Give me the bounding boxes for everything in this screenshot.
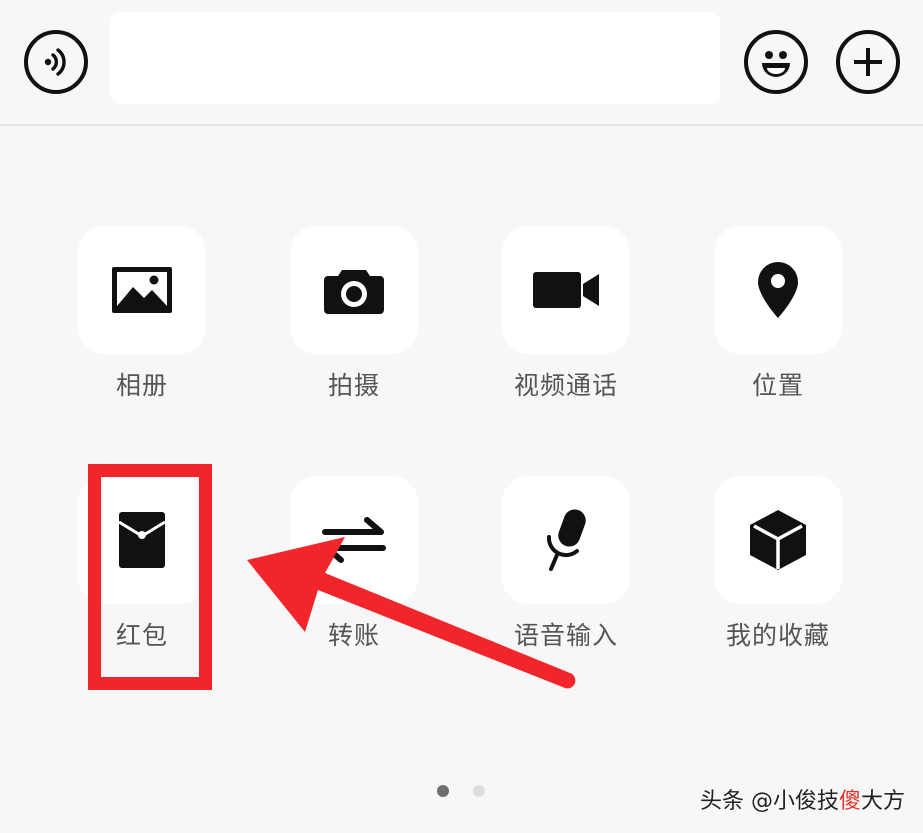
page-indicator [437, 785, 485, 797]
panel-item-label: 拍摄 [327, 371, 381, 400]
emoji-button[interactable] [744, 30, 808, 94]
transfer-tile [290, 476, 418, 604]
message-input[interactable] [110, 12, 720, 104]
emoji-icon [762, 51, 790, 77]
video-call-tile [502, 226, 630, 354]
panel-item-camera[interactable]: 拍摄 [290, 226, 418, 400]
panel-item-label: 视频通话 [513, 371, 619, 400]
panel-item-label: 红包 [115, 621, 169, 650]
voice-icon [44, 48, 66, 76]
favorites-tile [714, 476, 842, 604]
watermark-suffix: 大方 [860, 789, 905, 814]
panel-item-transfer[interactable]: 转账 [290, 476, 418, 650]
photo-icon [112, 267, 172, 313]
album-tile [78, 226, 206, 354]
panel-item-voice-input[interactable]: 语音输入 [502, 476, 630, 650]
microphone-icon [546, 509, 586, 571]
voice-input-tile [502, 476, 630, 604]
page-dot[interactable] [473, 785, 485, 797]
panel-item-label: 转账 [327, 621, 381, 650]
panel-item-red-packet[interactable]: 红包 [78, 476, 206, 650]
video-call-icon [533, 272, 599, 308]
red-packet-icon [118, 512, 166, 568]
camera-tile [290, 226, 418, 354]
panel-item-video-call[interactable]: 视频通话 [502, 226, 630, 400]
camera-icon [324, 270, 384, 314]
panel-item-location[interactable]: 位置 [714, 226, 842, 400]
chat-input-bar [0, 0, 923, 126]
panel-item-label: 相册 [115, 371, 169, 400]
location-pin-icon [758, 262, 798, 318]
favorites-cube-icon [750, 510, 806, 570]
panel-item-favorites[interactable]: 我的收藏 [714, 476, 842, 650]
voice-toggle-button[interactable] [24, 30, 88, 94]
watermark: 头条 @小俊技傻大方 [700, 783, 905, 815]
watermark-text: 头条 @小俊技 [699, 789, 839, 814]
panel-item-label: 语音输入 [513, 621, 619, 650]
location-tile [714, 226, 842, 354]
panel-item-label: 我的收藏 [725, 621, 831, 650]
panel-item-label: 位置 [751, 371, 805, 400]
page-dot-active[interactable] [437, 785, 449, 797]
watermark-highlight: 傻 [838, 789, 861, 814]
panel-item-album[interactable]: 相册 [78, 226, 206, 400]
red-packet-tile [78, 476, 206, 604]
plus-icon [854, 48, 882, 76]
more-actions-button[interactable] [836, 30, 900, 94]
transfer-icon [322, 517, 386, 563]
